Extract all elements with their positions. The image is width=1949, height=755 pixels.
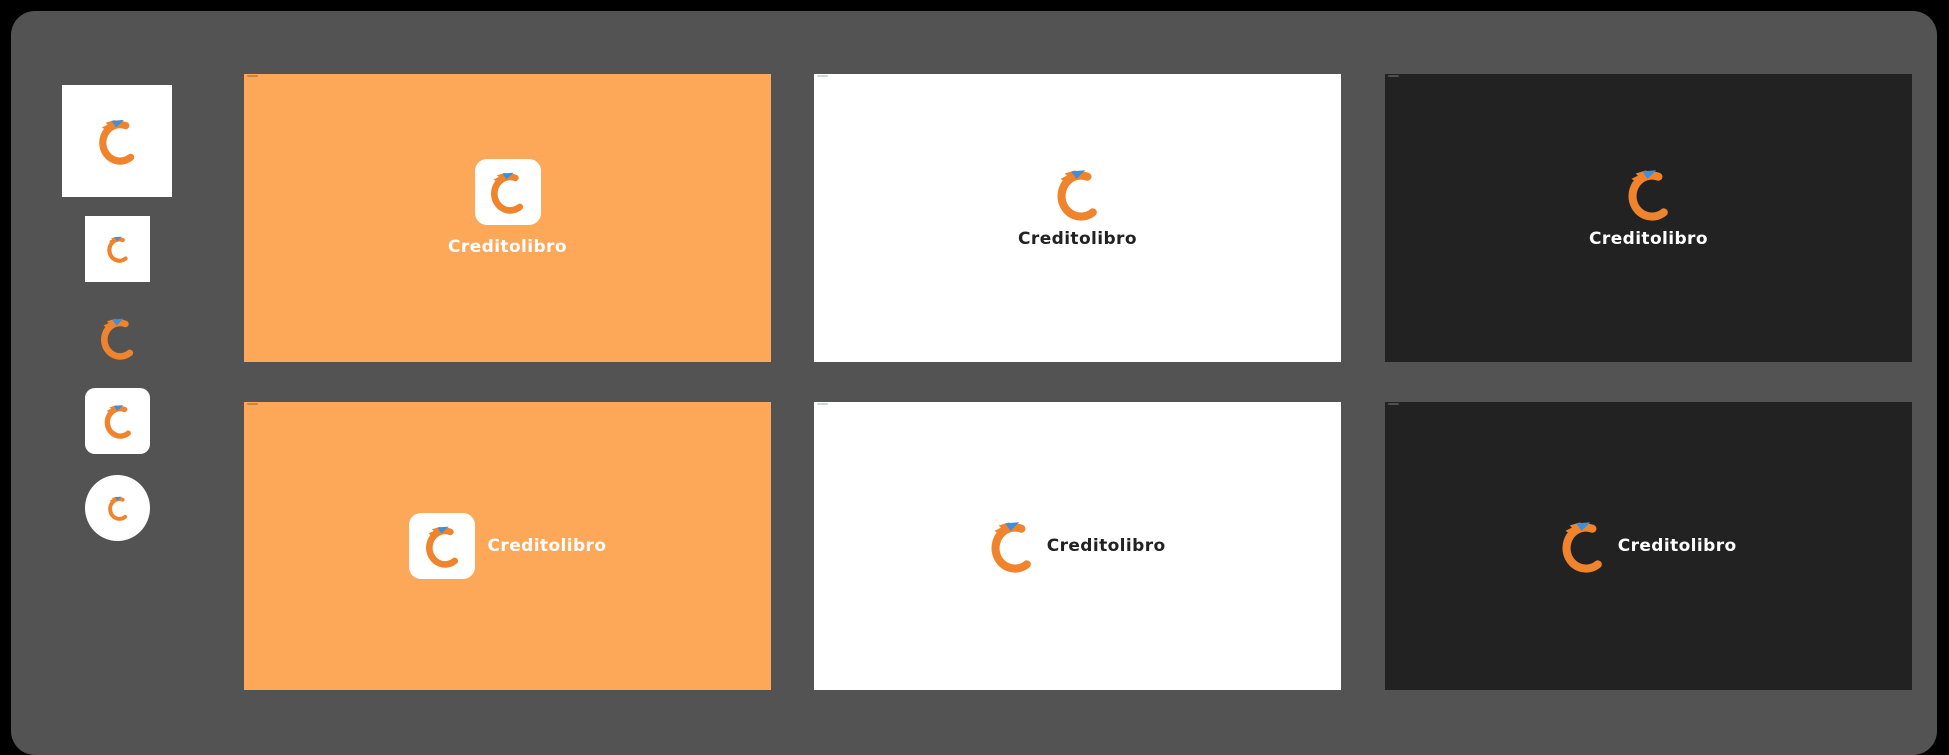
brand-wordmark: Creditolibro <box>1589 229 1708 249</box>
logo-lockup-horizontal: Creditolibro <box>1385 402 1912 690</box>
artboard-orange-stacked: Creditolibro <box>244 74 771 362</box>
icon-variant-rounded-square <box>85 388 150 454</box>
icon-variant-square-large <box>62 85 172 197</box>
brand-wordmark: Creditolibro <box>1018 229 1137 249</box>
c-logo-icon <box>97 117 136 165</box>
artboard-dark-stacked: Creditolibro <box>1385 74 1912 362</box>
logo-lockup-horizontal: Creditolibro <box>244 402 771 690</box>
c-logo-icon <box>1055 167 1099 221</box>
brand-wordmark: Creditolibro <box>1046 536 1166 556</box>
c-logo-icon <box>424 524 460 568</box>
c-logo-icon <box>489 170 525 214</box>
logo-lockup-stacked: Creditolibro <box>244 74 771 362</box>
artboard-white-stacked: Creditolibro <box>814 74 1341 362</box>
c-logo-icon <box>99 316 135 360</box>
artboard-dark-horizontal: Creditolibro <box>1385 402 1912 690</box>
icon-variant-square-small <box>85 216 150 282</box>
logo-badge <box>408 513 475 579</box>
c-logo-icon <box>107 495 128 521</box>
brand-wordmark: Creditolibro <box>448 237 567 257</box>
brand-wordmark: Creditolibro <box>1617 536 1737 556</box>
artboard-white-horizontal: Creditolibro <box>814 402 1341 690</box>
c-logo-icon <box>1626 167 1670 221</box>
c-logo-icon <box>1560 519 1604 573</box>
c-logo-icon <box>103 403 133 439</box>
presentation-board: Creditolibro Creditolibro Creditolibro C… <box>11 11 1937 755</box>
c-logo-icon <box>106 235 129 263</box>
c-logo-icon <box>989 519 1033 573</box>
icon-variant-circle <box>85 475 150 541</box>
logo-badge <box>474 159 541 225</box>
brand-wordmark: Creditolibro <box>487 536 607 556</box>
icon-variant-plain <box>85 305 150 371</box>
logo-lockup-stacked: Creditolibro <box>814 74 1341 362</box>
artboard-orange-horizontal: Creditolibro <box>244 402 771 690</box>
logo-lockup-stacked: Creditolibro <box>1385 74 1912 362</box>
logo-lockup-horizontal: Creditolibro <box>814 402 1341 690</box>
